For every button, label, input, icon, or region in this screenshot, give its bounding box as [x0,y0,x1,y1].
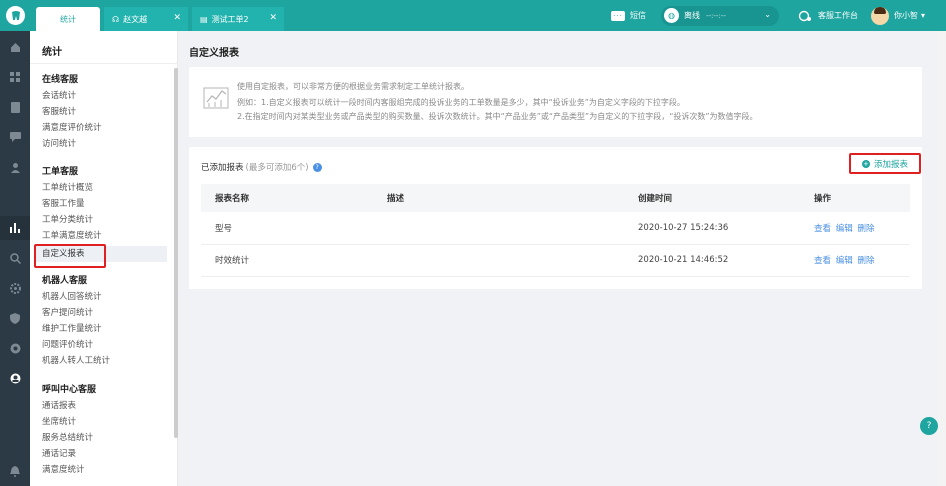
table-header-row: 报表名称 描述 创建时间 操作 [201,184,910,212]
report-created: 2020-10-21 14:46:52 [624,244,800,277]
chevron-down-icon: ⌄ [764,9,771,19]
close-tab-icon[interactable]: ✕ [173,13,181,23]
sidebar-item-maintenance-workload[interactable]: 维护工作量统计 [42,322,102,334]
headset-icon: ☊ [112,14,120,24]
table-row: 型号 2020-10-27 15:24:36 查看 编辑 删除 [201,212,910,245]
contacts-icon[interactable] [9,161,21,173]
robot-icon[interactable] [9,372,21,384]
settings-circle-icon[interactable] [9,342,21,354]
table-row: 时效统计 2020-10-21 14:46:52 查看 编辑 删除 [201,244,910,277]
page-scrollbar[interactable] [937,31,946,486]
sidebar-group-callcenter: 呼叫中心客服 [42,385,97,395]
row-actions: 查看 编辑 删除 [800,212,910,245]
chat-icon[interactable] [9,131,21,143]
sidebar-group-robot: 机器人客服 [42,276,88,286]
avatar [871,6,889,25]
status-selector[interactable]: ◍ 离线 --:--:-- ⌄ [661,0,779,31]
app-logo-icon[interactable] [6,6,25,25]
card-title: 已添加报表 (最多可添加6个) ? [201,161,322,173]
reports-table: 报表名称 描述 创建时间 操作 型号 2020-10-27 15:24:36 查… [201,184,910,277]
tab-conversation[interactable]: ☊ 赵文越 ✕ [104,7,188,31]
shield-icon[interactable] [9,312,21,324]
sms-button[interactable]: ··· 短信 [611,0,646,31]
sidebar-item-ticket-overview[interactable]: 工单统计概览 [42,181,93,193]
sidebar-item-session-stats[interactable]: 会话统计 [42,89,76,101]
tip-line: 使用自定报表，可以非常方便的根据业务需求制定工单统计报表。 [237,82,469,91]
view-link[interactable]: 查看 [814,256,831,266]
report-name: 型号 [201,212,373,245]
sidebar-item-call-report[interactable]: 通话报表 [42,399,76,411]
workbench-button[interactable]: 客服工作台 [797,0,858,31]
sidebar-item-ticket-satisfaction[interactable]: 工单满意度统计 [42,229,102,241]
home-icon[interactable] [9,41,21,53]
sidebar-item-robot-answers[interactable]: 机器人回答统计 [42,290,102,302]
view-link[interactable]: 查看 [814,224,831,234]
help-question-icon[interactable]: ? [312,162,322,172]
sidebar-item-agent-workload[interactable]: 客服工作量 [42,197,85,209]
ticket-icon: ▤ [200,14,208,24]
report-name: 时效统计 [201,244,373,277]
report-created: 2020-10-27 15:24:36 [624,212,800,245]
statistics-icon[interactable] [9,222,21,234]
report-desc [373,244,624,277]
sidebar-item-seat-stats[interactable]: 坐席统计 [42,415,76,427]
plus-icon: + [861,159,870,168]
help-chat-icon[interactable]: ? [920,417,938,435]
tip-line: 2.在指定时间内对某类型业务或产品类型的购买数量、投诉次数统计。其中“产品业务”… [237,112,758,121]
caret-down-icon: ▾ [921,11,926,20]
gear-icon[interactable] [9,282,21,294]
row-actions: 查看 编辑 删除 [800,244,910,277]
sidebar-item-visit-stats[interactable]: 访问统计 [42,137,76,149]
sidebar-item-customer-questions[interactable]: 客户提问统计 [42,306,93,318]
sidebar-item-call-records[interactable]: 通话记录 [42,447,76,459]
delete-link[interactable]: 删除 [857,256,874,266]
search-icon[interactable] [9,252,21,264]
report-desc [373,212,624,245]
grid-icon[interactable] [9,71,21,83]
close-tab-icon[interactable]: ✕ [269,13,277,23]
info-panel: 使用自定报表，可以非常方便的根据业务需求制定工单统计报表。 例如：1.自定义报表… [189,67,922,137]
add-report-button[interactable]: + 添加报表 [849,153,921,174]
column-header-created: 创建时间 [624,184,800,212]
sidebar-item-service-summary[interactable]: 服务总结统计 [42,431,93,443]
user-menu[interactable]: 你小智 ▾ [871,0,925,31]
line-chart-icon [203,85,229,109]
reports-card: 已添加报表 (最多可添加6个) ? + 添加报表 报表名称 描述 创建时间 操作… [189,147,922,289]
top-bar: 统计 ☊ 赵文越 ✕ ▤ 测试工单2 ✕ ··· 短信 ◍ 离线 --:--:-… [0,0,946,31]
column-header-ops: 操作 [800,184,910,212]
sidebar-title: 统计 [42,47,62,58]
column-header-name: 报表名称 [201,184,373,212]
page-title: 自定义报表 [189,48,239,59]
edit-link[interactable]: 编辑 [836,224,853,234]
delete-link[interactable]: 删除 [857,224,874,234]
sidebar-item-satisfaction-stats[interactable]: 满意度评价统计 [42,121,102,133]
sidebar-item-ticket-category[interactable]: 工单分类统计 [42,213,93,225]
icon-rail [0,31,30,486]
status-icon: ◍ [664,8,679,23]
workbench-icon [797,9,813,23]
divider [30,63,178,64]
message-icon: ··· [611,10,625,21]
tab-statistics[interactable]: 统计 [36,7,100,31]
tip-line: 例如：1.自定义报表可以统计一段时间内客服组完成的投诉业务的工单数量是多少，其中… [237,98,685,107]
tab-ticket[interactable]: ▤ 测试工单2 ✕ [192,7,284,31]
sidebar-group-online: 在线客服 [42,75,79,85]
sidebar-group-ticket: 工单客服 [42,167,79,177]
document-icon[interactable] [9,101,21,113]
sidebar-item-robot-transfer[interactable]: 机器人转人工统计 [42,354,110,366]
edit-link[interactable]: 编辑 [836,256,853,266]
selection-highlight-box [34,244,106,268]
sidebar-item-question-rating[interactable]: 问题评价统计 [42,338,93,350]
notification-bell-icon[interactable] [9,465,21,477]
sidebar-item-agent-stats[interactable]: 客服统计 [42,105,76,117]
sidebar-item-satisfaction[interactable]: 满意度统计 [42,463,85,475]
column-header-desc: 描述 [373,184,624,212]
sidebar-scrollbar[interactable] [174,68,178,438]
